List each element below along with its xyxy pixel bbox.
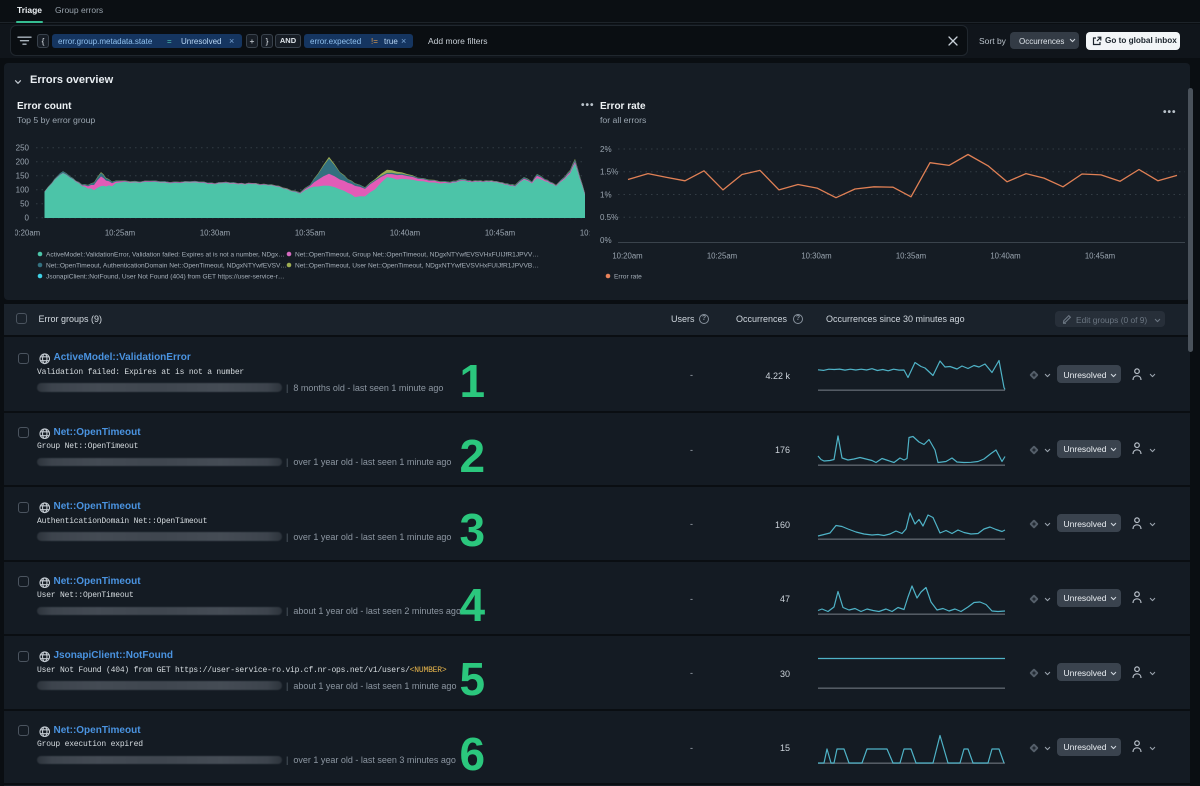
svg-text:Net::OpenTimeout, Authenticati: Net::OpenTimeout, AuthenticationDomain N… — [46, 263, 287, 270]
svg-text:JsonapiClient::NotFound, User: JsonapiClient::NotFound, User Not Found … — [46, 274, 284, 281]
svg-text:10:45am: 10:45am — [1085, 252, 1115, 261]
svg-text:10:40am: 10:40am — [390, 229, 420, 238]
svg-text:1%: 1% — [600, 190, 612, 199]
svg-text:1.5%: 1.5% — [600, 168, 618, 177]
svg-text:50: 50 — [20, 200, 29, 209]
svg-text:Net::OpenTimeout, User Net::Op: Net::OpenTimeout, User Net::OpenTimeout,… — [295, 263, 539, 270]
svg-text:10:35am: 10:35am — [896, 252, 926, 261]
svg-text:10:25am: 10:25am — [707, 252, 737, 261]
svg-text:150: 150 — [16, 172, 30, 181]
svg-text:0: 0 — [25, 214, 30, 223]
svg-text:10:45am: 10:45am — [485, 229, 515, 238]
svg-text:Error rate: Error rate — [614, 274, 642, 281]
svg-text:10:20am: 10:20am — [10, 229, 40, 238]
svg-text:10:40am: 10:40am — [990, 252, 1020, 261]
svg-text:100: 100 — [16, 186, 30, 195]
svg-text:200: 200 — [16, 158, 30, 167]
svg-text:0.5%: 0.5% — [600, 213, 618, 222]
svg-text:10:20am: 10:20am — [612, 252, 642, 261]
svg-text:250: 250 — [16, 144, 30, 153]
svg-text:10:25am: 10:25am — [105, 229, 135, 238]
svg-text:Net::OpenTimeout, Group Net::O: Net::OpenTimeout, Group Net::OpenTimeout… — [295, 252, 539, 259]
svg-text:2%: 2% — [600, 145, 612, 154]
svg-text:0%: 0% — [600, 236, 612, 245]
svg-text:10:30am: 10:30am — [801, 252, 831, 261]
svg-text:10:35am: 10:35am — [295, 229, 325, 238]
svg-text:ActiveModel::ValidationError,: ActiveModel::ValidationError, Validation… — [46, 252, 285, 259]
svg-text:10:30am: 10:30am — [200, 229, 230, 238]
